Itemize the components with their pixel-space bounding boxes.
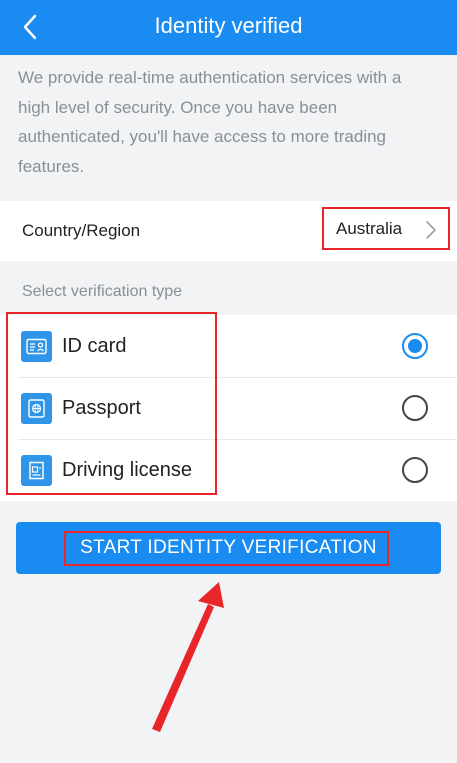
option-label: Passport — [62, 397, 141, 419]
app-header: Identity verified — [0, 0, 457, 55]
verification-type-label: Select verification type — [22, 283, 183, 300]
country-selector[interactable]: Australia — [322, 207, 450, 250]
country-region-label: Country/Region — [22, 221, 141, 240]
option-label: ID card — [62, 335, 127, 357]
intro-text: We provide real-time authentication serv… — [18, 68, 402, 176]
option-id-card[interactable]: ID card — [0, 315, 457, 377]
id-card-icon — [21, 331, 52, 362]
verification-options: ID card Passport Driving license — [0, 315, 457, 501]
radio-unselected[interactable] — [402, 457, 428, 483]
page-title: Identity verified — [154, 13, 303, 38]
option-passport[interactable]: Passport — [0, 377, 457, 439]
radio-unselected[interactable] — [402, 395, 428, 421]
passport-icon — [21, 393, 52, 424]
country-value: Australia — [336, 219, 403, 238]
chevron-right-icon — [426, 221, 436, 239]
option-driving-license[interactable]: Driving license — [0, 439, 457, 501]
start-verification-button[interactable]: START IDENTITY VERIFICATION — [16, 522, 441, 574]
driving-license-icon — [21, 455, 52, 486]
option-label: Driving license — [62, 459, 193, 481]
radio-selected[interactable] — [402, 333, 428, 359]
start-verification-label: START IDENTITY VERIFICATION — [80, 537, 377, 558]
